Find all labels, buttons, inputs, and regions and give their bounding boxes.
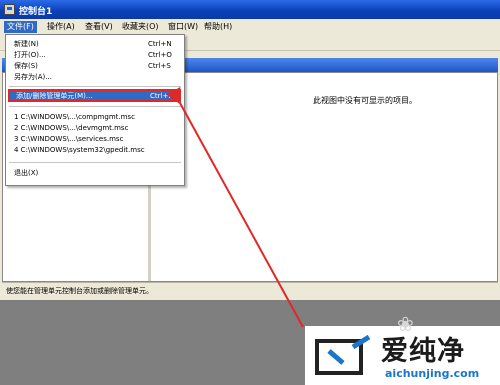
arrow-line — [166, 86, 304, 328]
watermark-url: aichunjing.com — [385, 367, 480, 380]
site-logo-icon — [315, 334, 371, 375]
site-watermark: ❀ 爱纯净 aichunjing.com — [305, 312, 500, 385]
watermark-name: 爱纯净 — [381, 336, 465, 367]
